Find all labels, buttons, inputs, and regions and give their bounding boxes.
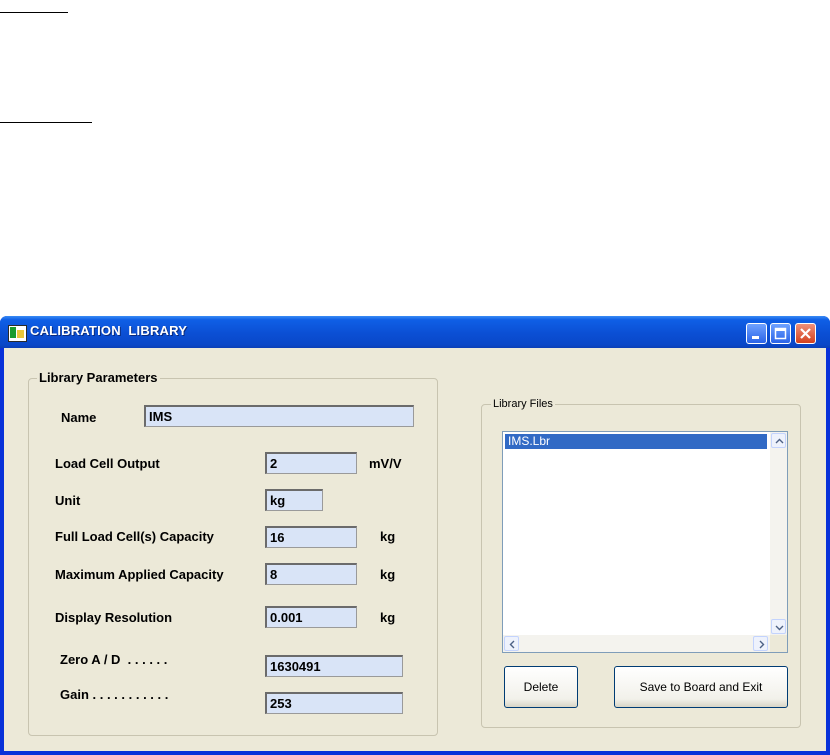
title-bar[interactable]: CALIBRATION LIBRARY [0, 316, 830, 348]
document-underline [0, 12, 68, 13]
scroll-up-button[interactable] [771, 433, 786, 448]
maximize-button[interactable] [770, 323, 791, 344]
close-icon [800, 328, 811, 339]
load-cell-output-label: Load Cell Output [55, 456, 160, 471]
window-title: CALIBRATION LIBRARY [30, 323, 188, 338]
full-capacity-unit: kg [380, 529, 396, 544]
name-label: Name [61, 410, 97, 425]
load-cell-output-unit: mV/V [369, 456, 402, 471]
max-applied-unit: kg [380, 567, 396, 582]
display-resolution-label: Display Resolution [55, 610, 173, 625]
scroll-right-button[interactable] [753, 636, 768, 651]
full-capacity-label: Full Load Cell(s) Capacity [55, 529, 214, 544]
chevron-right-icon [759, 640, 765, 649]
name-field[interactable] [144, 405, 414, 427]
gain-field[interactable] [265, 692, 403, 714]
zero-ad-label: Zero A / D . . . . . . [60, 652, 168, 667]
full-capacity-field[interactable] [265, 526, 357, 548]
scrollbar-corner [770, 635, 787, 652]
unit-label: Unit [55, 493, 81, 508]
display-resolution-unit: kg [380, 610, 396, 625]
library-parameters-group [28, 378, 438, 736]
delete-button[interactable]: Delete [504, 666, 578, 708]
save-to-board-and-exit-button[interactable]: Save to Board and Exit [614, 666, 788, 708]
vertical-scrollbar[interactable] [770, 432, 787, 635]
scroll-left-button[interactable] [504, 636, 519, 651]
minimize-button[interactable] [746, 323, 767, 344]
unit-field[interactable] [265, 489, 323, 511]
chevron-left-icon [509, 640, 515, 649]
app-icon [8, 325, 27, 342]
chevron-up-icon [775, 438, 784, 444]
horizontal-scrollbar[interactable] [503, 635, 770, 652]
display-resolution-field[interactable] [265, 606, 357, 628]
max-applied-field[interactable] [265, 563, 357, 585]
minimize-icon [752, 336, 759, 339]
gain-label: Gain . . . . . . . . . . . [60, 687, 169, 702]
zero-ad-field[interactable] [265, 655, 403, 677]
close-button[interactable] [795, 323, 816, 344]
maximize-icon [774, 327, 787, 340]
window-client-area: Library Parameters Name Load Cell Output… [4, 348, 826, 751]
chevron-down-icon [775, 625, 784, 631]
scroll-down-button[interactable] [771, 619, 786, 634]
library-files-list[interactable]: IMS.Lbr [502, 431, 788, 653]
max-applied-label: Maximum Applied Capacity [55, 567, 224, 582]
calibration-library-window: CALIBRATION LIBRARY Library Parameters N… [0, 316, 830, 755]
load-cell-output-field[interactable] [265, 452, 357, 474]
library-files-label: Library Files [491, 398, 555, 410]
list-item[interactable]: IMS.Lbr [505, 434, 767, 449]
library-parameters-label: Library Parameters [37, 370, 160, 385]
document-underline [0, 122, 92, 123]
